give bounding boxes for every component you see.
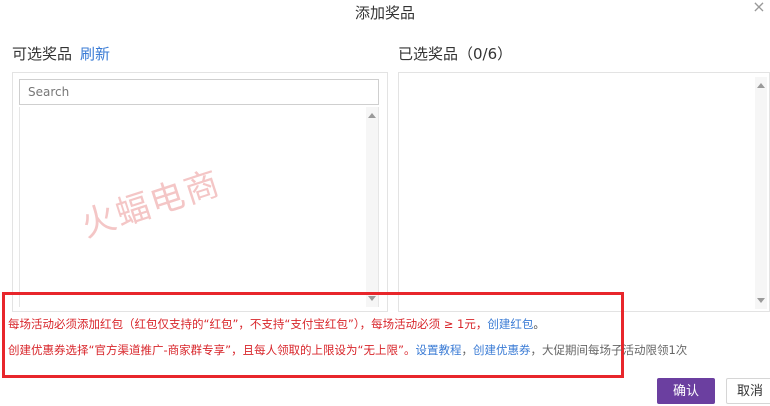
scrollbar[interactable]: [366, 107, 378, 307]
scroll-up-icon[interactable]: [757, 83, 765, 88]
close-icon[interactable]: ×: [752, 0, 766, 15]
selected-prizes-panel[interactable]: [398, 72, 770, 312]
highlight-box: [2, 292, 624, 378]
available-prizes-heading: 可选奖品 刷新: [12, 43, 110, 64]
create-red-packet-link[interactable]: 创建红包: [487, 317, 533, 331]
notice-line-coupon: 创建优惠券选择“官方渠道推广-商家群专享”，且每人领取的上限设为“无上限”。设置…: [8, 342, 687, 358]
search-input[interactable]: [19, 79, 379, 105]
notice-text: ，: [461, 343, 473, 357]
cancel-button[interactable]: 取消: [726, 378, 770, 404]
notice-text: 每场活动必须添加红包（红包仅支持的“红包”，不支持“支付宝红包”），每场活动必须…: [8, 317, 488, 331]
create-coupon-link[interactable]: 创建优惠券: [473, 343, 531, 357]
setup-tutorial-link[interactable]: 设置教程: [415, 343, 461, 357]
available-prizes-label: 可选奖品: [12, 45, 73, 63]
notice-text: 。: [533, 317, 545, 331]
refresh-link[interactable]: 刷新: [80, 45, 110, 63]
notice-line-red-packet: 每场活动必须添加红包（红包仅支持的“红包”，不支持“支付宝红包”），每场活动必须…: [8, 316, 545, 332]
scrollbar[interactable]: [755, 77, 767, 309]
notice-text: ，大促期间每场子活动限领1次: [530, 343, 688, 357]
scroll-down-icon[interactable]: [757, 298, 765, 303]
confirm-button[interactable]: 确认: [657, 378, 715, 404]
dialog-title: 添加奖品: [354, 4, 415, 22]
scroll-up-icon[interactable]: [368, 113, 376, 118]
selected-prizes-heading: 已选奖品（0/6）: [398, 45, 513, 63]
notice-text: 创建优惠券选择“官方渠道推广-商家群专享”，且每人领取的上限设为“无上限”。: [8, 343, 416, 357]
